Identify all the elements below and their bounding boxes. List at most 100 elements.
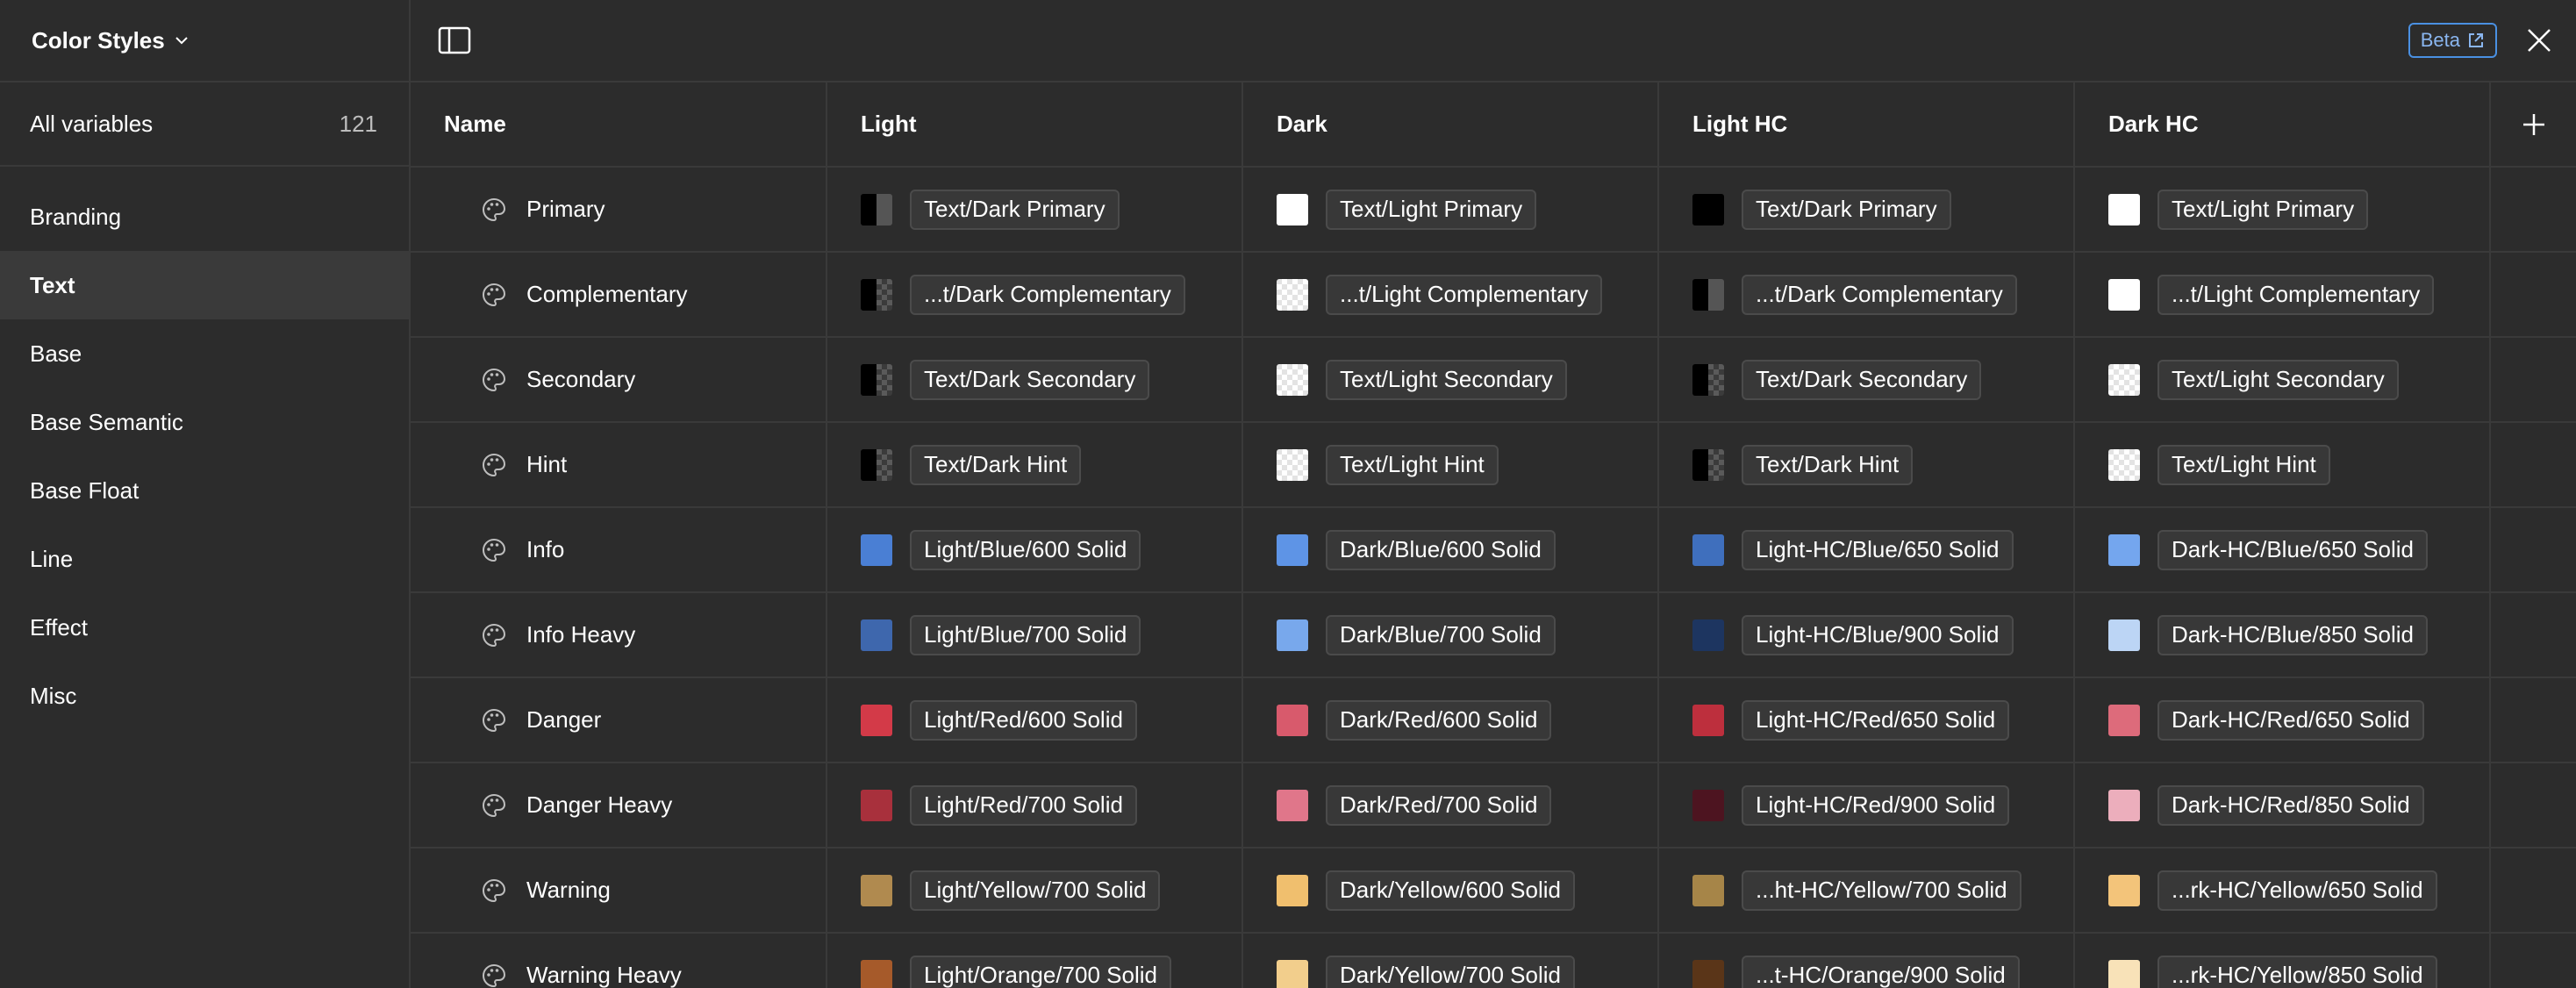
name-cell[interactable]: Info (411, 507, 827, 593)
value-cell[interactable]: Dark-HC/Red/850 Solid (2074, 762, 2491, 848)
value-cell[interactable]: ...rk-HC/Yellow/650 Solid (2074, 848, 2491, 934)
alias-pill[interactable]: Text/Dark Secondary (1742, 359, 1982, 400)
column-header-name[interactable]: Name (411, 82, 827, 168)
value-cell[interactable]: Light/Blue/700 Solid (826, 592, 1243, 678)
table-row[interactable]: Hint Text/Dark Hint Text/Light Hint Text/Da… (411, 422, 2576, 508)
value-cell[interactable]: Text/Dark Primary (826, 167, 1243, 253)
alias-pill[interactable]: Text/Dark Primary (1742, 189, 1951, 230)
value-cell[interactable]: Light/Blue/600 Solid (826, 507, 1243, 593)
alias-pill[interactable]: Light-HC/Blue/900 Solid (1742, 614, 2014, 655)
table-row[interactable]: Warning Light/Yellow/700 Solid Dark/Yellow… (411, 848, 2576, 934)
toggle-sidebar-icon[interactable] (437, 25, 472, 55)
alias-pill[interactable]: Dark-HC/Blue/650 Solid (2157, 529, 2429, 570)
alias-pill[interactable]: Text/Dark Hint (910, 444, 1082, 485)
value-cell[interactable]: Text/Dark Hint (826, 422, 1243, 508)
alias-pill[interactable]: ...t/Light Complementary (1326, 274, 1603, 315)
alias-pill[interactable]: Light/Blue/700 Solid (910, 614, 1141, 655)
value-cell[interactable]: Text/Dark Primary (1658, 167, 2075, 253)
alias-pill[interactable]: Light/Orange/700 Solid (910, 955, 1171, 988)
name-cell[interactable]: Warning Heavy (411, 933, 827, 988)
alias-pill[interactable]: Light-HC/Blue/650 Solid (1742, 529, 2014, 570)
alias-pill[interactable]: Dark/Blue/700 Solid (1326, 614, 1556, 655)
column-header-light[interactable]: Light (826, 82, 1243, 168)
sidebar-item-effect[interactable]: Effect (0, 593, 409, 662)
alias-pill[interactable]: Text/Light Secondary (1326, 359, 1567, 400)
name-cell[interactable]: Warning (411, 848, 827, 934)
value-cell[interactable]: Text/Light Secondary (2074, 337, 2491, 423)
value-cell[interactable]: Light-HC/Red/650 Solid (1658, 677, 2075, 763)
column-header-dark-hc[interactable]: Dark HC (2074, 82, 2491, 168)
alias-pill[interactable]: Dark-HC/Red/850 Solid (2157, 784, 2424, 826)
name-cell[interactable]: Danger (411, 677, 827, 763)
alias-pill[interactable]: ...rk-HC/Yellow/850 Solid (2157, 955, 2437, 988)
table-row[interactable]: Warning Heavy Light/Orange/700 Solid Dark/… (411, 933, 2576, 988)
value-cell[interactable]: Text/Light Hint (2074, 422, 2491, 508)
value-cell[interactable]: ...t/Dark Complementary (1658, 252, 2075, 338)
value-cell[interactable]: Dark/Blue/700 Solid (1242, 592, 1659, 678)
value-cell[interactable]: Dark-HC/Blue/850 Solid (2074, 592, 2491, 678)
alias-pill[interactable]: Text/Light Primary (1326, 189, 1537, 230)
table-row[interactable]: Primary Text/Dark Primary Text/Light Prima… (411, 167, 2576, 253)
close-icon[interactable] (2523, 25, 2555, 56)
value-cell[interactable]: Dark/Yellow/700 Solid (1242, 933, 1659, 988)
value-cell[interactable]: Text/Dark Hint (1658, 422, 2075, 508)
value-cell[interactable]: Dark/Red/600 Solid (1242, 677, 1659, 763)
alias-pill[interactable]: ...t/Light Complementary (2157, 274, 2435, 315)
table-row[interactable]: Complementary ...t/Dark Complementary ...t… (411, 252, 2576, 338)
value-cell[interactable]: Text/Light Hint (1242, 422, 1659, 508)
value-cell[interactable]: Text/Light Secondary (1242, 337, 1659, 423)
value-cell[interactable]: Text/Dark Secondary (826, 337, 1243, 423)
value-cell[interactable]: Light/Red/700 Solid (826, 762, 1243, 848)
table-row[interactable]: Info Heavy Light/Blue/700 Solid Dark/Blue/… (411, 592, 2576, 678)
alias-pill[interactable]: Dark/Yellow/600 Solid (1326, 870, 1575, 911)
sidebar-item-base-semantic[interactable]: Base Semantic (0, 388, 409, 456)
table-row[interactable]: Secondary Text/Dark Secondary Text/Light S… (411, 337, 2576, 423)
alias-pill[interactable]: Light-HC/Red/650 Solid (1742, 699, 2010, 741)
sidebar-item-base-float[interactable]: Base Float (0, 456, 409, 525)
alias-pill[interactable]: Dark/Yellow/700 Solid (1326, 955, 1575, 988)
sidebar-item-line[interactable]: Line (0, 525, 409, 593)
sidebar-item-branding[interactable]: Branding (0, 183, 409, 251)
alias-pill[interactable]: Light-HC/Red/900 Solid (1742, 784, 2010, 826)
alias-pill[interactable]: Text/Light Hint (1326, 444, 1499, 485)
value-cell[interactable]: Light-HC/Red/900 Solid (1658, 762, 2075, 848)
alias-pill[interactable]: Text/Light Primary (2157, 189, 2369, 230)
value-cell[interactable]: Dark/Yellow/600 Solid (1242, 848, 1659, 934)
column-header-light-hc[interactable]: Light HC (1658, 82, 2075, 168)
value-cell[interactable]: Light/Red/600 Solid (826, 677, 1243, 763)
value-cell[interactable]: Dark/Blue/600 Solid (1242, 507, 1659, 593)
value-cell[interactable]: ...ht-HC/Yellow/700 Solid (1658, 848, 2075, 934)
value-cell[interactable]: Text/Dark Secondary (1658, 337, 2075, 423)
alias-pill[interactable]: Light/Yellow/700 Solid (910, 870, 1161, 911)
alias-pill[interactable]: Text/Light Hint (2157, 444, 2330, 485)
value-cell[interactable]: Light-HC/Blue/650 Solid (1658, 507, 2075, 593)
alias-pill[interactable]: Text/Dark Primary (910, 189, 1120, 230)
alias-pill[interactable]: Text/Light Secondary (2157, 359, 2399, 400)
alias-pill[interactable]: Light/Red/700 Solid (910, 784, 1137, 826)
alias-pill[interactable]: ...rk-HC/Yellow/650 Solid (2157, 870, 2437, 911)
value-cell[interactable]: ...t/Dark Complementary (826, 252, 1243, 338)
value-cell[interactable]: Dark-HC/Blue/650 Solid (2074, 507, 2491, 593)
name-cell[interactable]: Info Heavy (411, 592, 827, 678)
alias-pill[interactable]: Dark/Red/700 Solid (1326, 784, 1552, 826)
alias-pill[interactable]: Dark/Red/600 Solid (1326, 699, 1552, 741)
alias-pill[interactable]: Light/Blue/600 Solid (910, 529, 1141, 570)
value-cell[interactable]: Text/Light Primary (2074, 167, 2491, 253)
sidebar-item-misc[interactable]: Misc (0, 662, 409, 730)
alias-pill[interactable]: ...t-HC/Orange/900 Solid (1742, 955, 2020, 988)
value-cell[interactable]: Light/Yellow/700 Solid (826, 848, 1243, 934)
alias-pill[interactable]: Light/Red/600 Solid (910, 699, 1137, 741)
name-cell[interactable]: Secondary (411, 337, 827, 423)
alias-pill[interactable]: ...t/Dark Complementary (910, 274, 1185, 315)
value-cell[interactable]: Text/Light Primary (1242, 167, 1659, 253)
value-cell[interactable]: ...t-HC/Orange/900 Solid (1658, 933, 2075, 988)
all-variables-item[interactable]: All variables 121 (0, 82, 409, 167)
alias-pill[interactable]: Dark/Blue/600 Solid (1326, 529, 1556, 570)
name-cell[interactable]: Complementary (411, 252, 827, 338)
value-cell[interactable]: ...rk-HC/Yellow/850 Solid (2074, 933, 2491, 988)
value-cell[interactable]: ...t/Light Complementary (2074, 252, 2491, 338)
value-cell[interactable]: ...t/Light Complementary (1242, 252, 1659, 338)
add-mode-button[interactable] (2490, 82, 2576, 168)
table-row[interactable]: Info Light/Blue/600 Solid Dark/Blue/600 So… (411, 507, 2576, 593)
alias-pill[interactable]: Text/Dark Secondary (910, 359, 1150, 400)
